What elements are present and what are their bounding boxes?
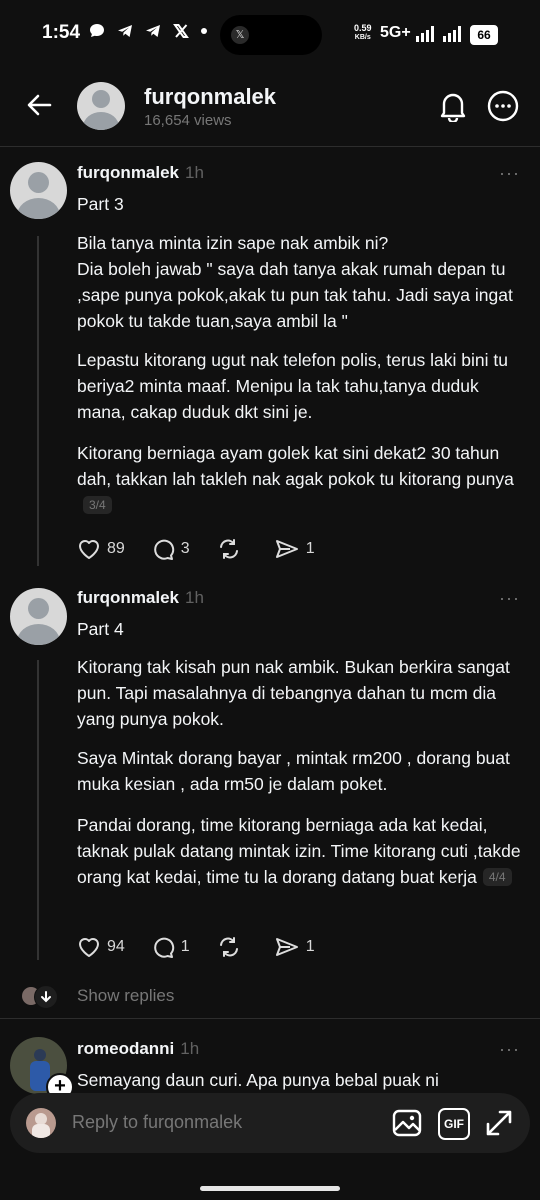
my-avatar	[26, 1108, 56, 1138]
like-button[interactable]: 94	[77, 936, 125, 958]
repost-icon	[219, 539, 238, 559]
post-paragraph: Kitorang tak kisah pun nak ambik. Bukan …	[77, 657, 510, 729]
repost-icon	[219, 937, 238, 957]
share-icon	[275, 540, 298, 558]
post-avatar[interactable]	[10, 162, 67, 219]
post-paragraph: Pandai dorang, time kitorang berniaga ad…	[77, 815, 521, 887]
chat-bubble-icon	[90, 24, 104, 37]
heart-icon	[79, 540, 99, 559]
notification-icons	[88, 22, 208, 40]
show-replies-link[interactable]: Show replies	[77, 986, 174, 1006]
heart-icon	[79, 938, 99, 957]
home-indicator[interactable]	[200, 1186, 340, 1191]
x-icon	[173, 24, 189, 38]
status-time: 1:54	[42, 22, 81, 43]
post-part-label: Part 3	[77, 194, 124, 214]
post-actions: 94 1 1	[77, 936, 341, 958]
speed-value: 0.59	[354, 23, 372, 33]
post-paragraph-last: Pandai dorang, time kitorang berniaga ad…	[77, 812, 529, 890]
repost-button[interactable]	[216, 538, 248, 560]
page-badge: 4/4	[482, 868, 512, 886]
signal-icon	[416, 26, 434, 42]
more-options-icon[interactable]	[487, 90, 519, 122]
thread-line	[37, 660, 39, 960]
like-count: 94	[107, 938, 125, 955]
comment-button[interactable]: 3	[151, 538, 190, 560]
repost-button[interactable]	[216, 936, 248, 958]
post-more-icon[interactable]: ···	[499, 163, 520, 184]
comment-button[interactable]: 1	[151, 936, 190, 958]
post-more-icon[interactable]: ···	[499, 588, 520, 609]
telegram-icon	[146, 25, 160, 37]
telegram-icon	[118, 25, 132, 37]
post-time: 1h	[185, 588, 204, 607]
reply-more-icon[interactable]: ···	[499, 1039, 520, 1060]
profile-avatar[interactable]	[77, 82, 125, 130]
arrow-down-icon	[34, 985, 58, 1009]
dot-icon	[201, 28, 207, 34]
post-paragraph: Bila tanya minta izin sape nak ambik ni?…	[77, 233, 513, 331]
back-arrow-icon[interactable]	[26, 92, 52, 118]
comment-count: 1	[180, 938, 190, 955]
post-time: 1h	[185, 163, 204, 182]
post-actions: 89 3 1	[77, 538, 341, 560]
post-username[interactable]: furqonmalek	[77, 163, 179, 182]
reply-header: romeodanni 1h	[77, 1039, 199, 1059]
image-icon[interactable]	[392, 1108, 422, 1138]
network-type: 5G+	[380, 24, 411, 41]
share-icon	[275, 938, 298, 956]
post-avatar[interactable]	[10, 588, 67, 645]
comment-count: 3	[180, 540, 190, 557]
status-bar: 1:54 𝕏 0.59 KB/s 5G+ 66	[0, 0, 540, 70]
share-button[interactable]: 1	[274, 538, 315, 560]
like-count: 89	[107, 540, 125, 557]
page-badge: 3/4	[83, 496, 112, 514]
replies-divider	[0, 1018, 540, 1019]
post-username[interactable]: furqonmalek	[77, 588, 179, 607]
comment-icon	[153, 539, 174, 560]
signal-icon	[443, 26, 461, 42]
like-button[interactable]: 89	[77, 538, 125, 560]
reply-username[interactable]: romeodanni	[77, 1039, 174, 1058]
reply-text: Semayang daun curi. Apa punya bebal puak…	[77, 1070, 439, 1090]
comment-icon	[153, 937, 174, 958]
post-paragraph-last: Kitorang berniaga ayam golek kat sini de…	[77, 440, 529, 518]
reply-time: 1h	[180, 1039, 200, 1058]
view-count: 16,654 views	[144, 112, 232, 129]
header-divider	[0, 146, 540, 147]
network-speed: 0.59 KB/s	[354, 24, 372, 42]
post-paragraph: Saya Mintak dorang bayar , mintak rm200 …	[77, 748, 510, 794]
battery-icon: 66	[470, 25, 498, 45]
reply-avatars	[22, 985, 58, 1009]
x-icon: 𝕏	[231, 26, 249, 44]
share-count: 1	[305, 540, 315, 557]
gif-button[interactable]: GIF	[438, 1108, 470, 1140]
post-part-label: Part 4	[77, 619, 124, 639]
reply-input[interactable]: Reply to furqonmalek	[72, 1112, 242, 1133]
post-header: furqonmalek 1h	[77, 588, 204, 608]
share-count: 1	[305, 938, 315, 955]
expand-icon[interactable]	[484, 1108, 514, 1138]
page-title[interactable]: furqonmalek	[144, 84, 276, 110]
bell-icon[interactable]	[438, 90, 468, 122]
post-header: furqonmalek 1h	[77, 163, 204, 183]
share-button[interactable]: 1	[274, 936, 315, 958]
post-paragraph: Kitorang berniaga ayam golek kat sini de…	[77, 443, 514, 489]
post-paragraph: Lepastu kitorang ugut nak telefon polis,…	[77, 350, 508, 422]
speed-unit: KB/s	[354, 34, 371, 41]
thread-line	[37, 236, 39, 566]
